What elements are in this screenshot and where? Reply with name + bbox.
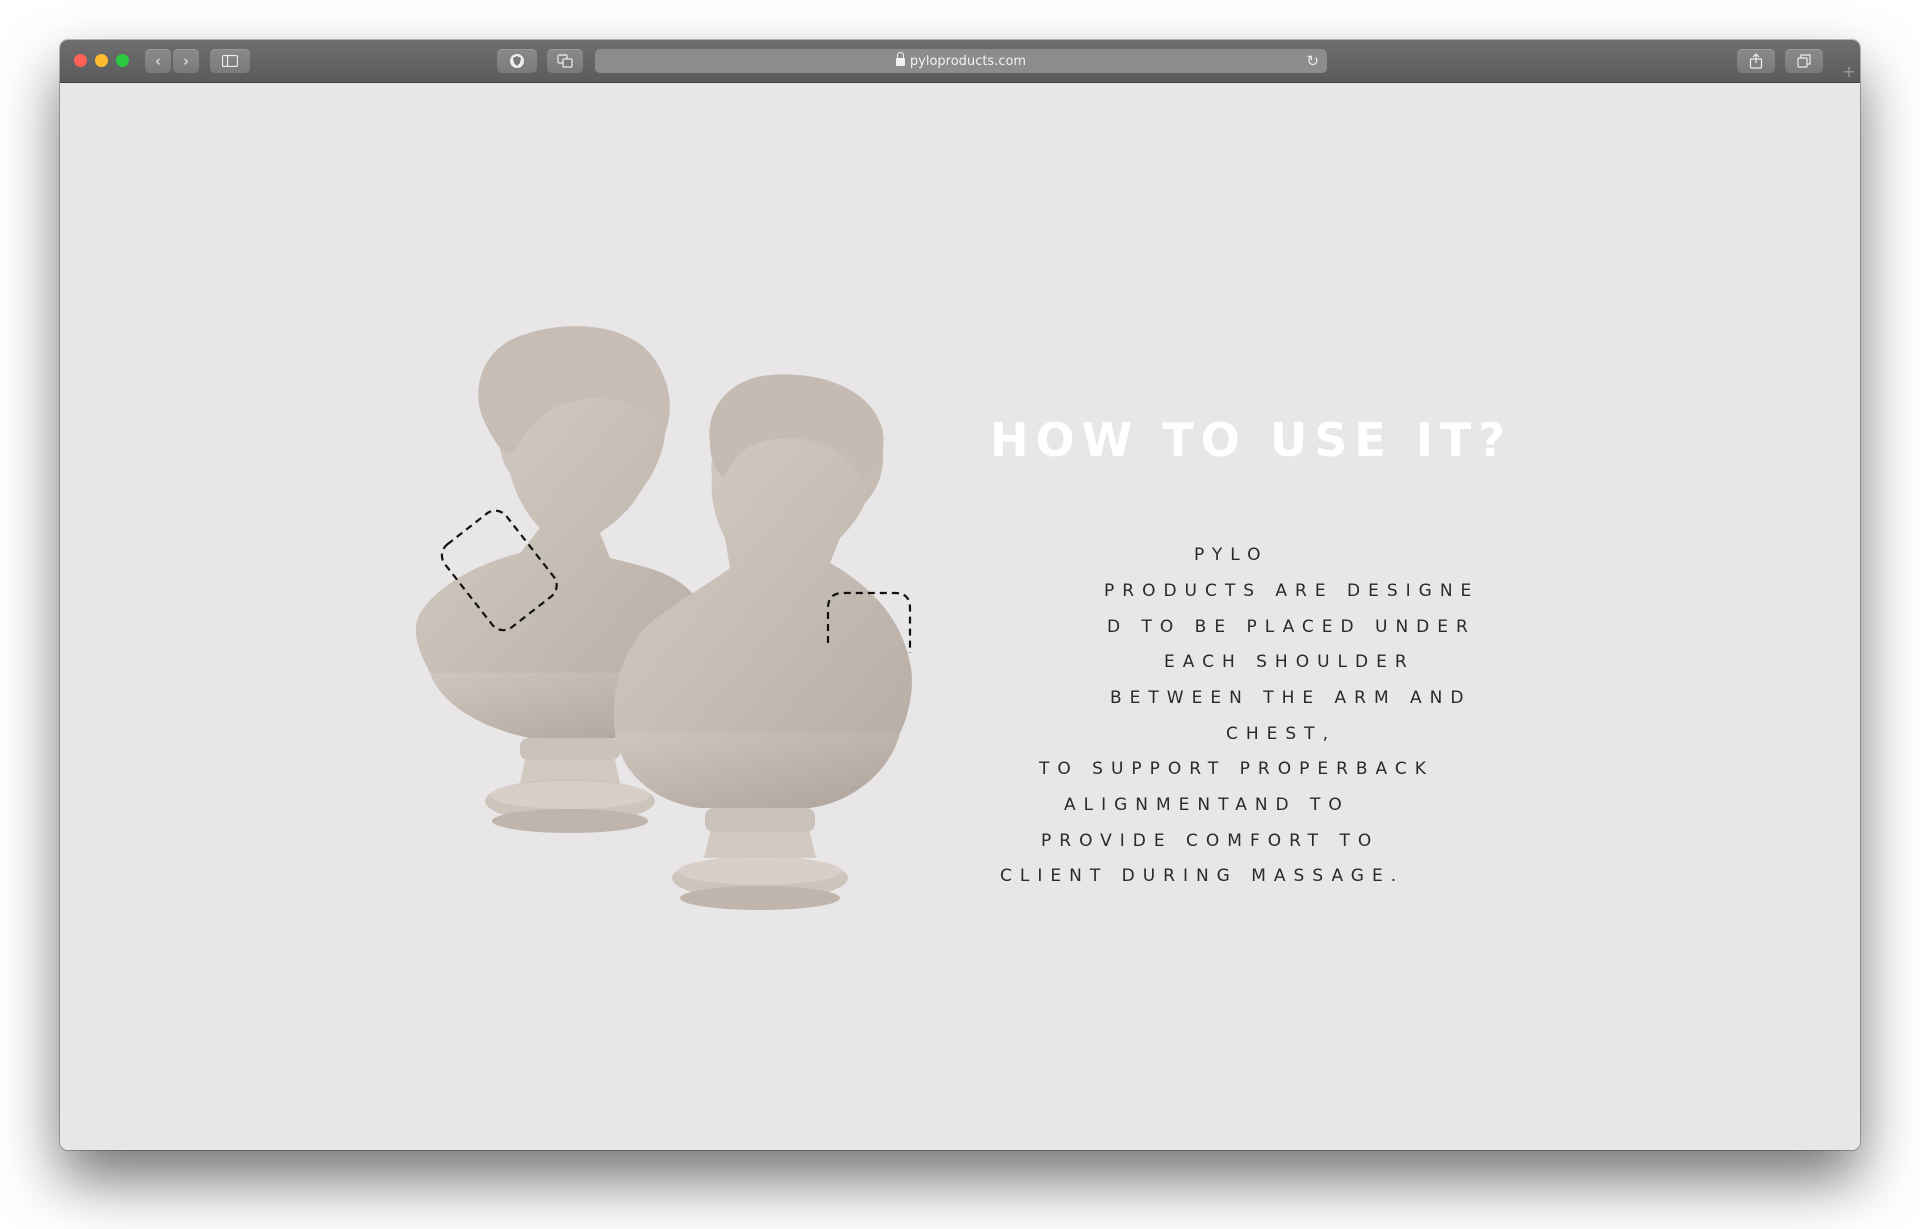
body-line: D TO BE PLACED UNDER	[1107, 617, 1476, 637]
statue-busts-image	[415, 326, 912, 910]
chevron-left-icon: ‹	[155, 51, 161, 70]
privacy-report-button[interactable]	[497, 49, 537, 73]
browser-toolbar: ‹ › pyloproducts.com ↻ +	[60, 40, 1860, 83]
tab-overview-button[interactable]	[1785, 49, 1823, 73]
body-line: PROVIDE COMFORT TO	[1041, 831, 1380, 851]
reload-icon[interactable]: ↻	[1306, 52, 1319, 70]
page-content: HOW TO USE IT? PYLO PRODUCTS ARE DESIGNE…	[60, 83, 1860, 1150]
minimize-window-button[interactable]	[95, 54, 108, 67]
translate-icon	[557, 54, 573, 68]
zoom-window-button[interactable]	[116, 54, 129, 67]
close-window-button[interactable]	[74, 54, 87, 67]
body-line: EACH SHOULDER	[1164, 652, 1415, 672]
plus-icon: +	[1842, 61, 1856, 81]
body-line: PRODUCTS ARE DESIGNE	[1104, 581, 1480, 601]
address-bar[interactable]: pyloproducts.com ↻	[595, 49, 1327, 73]
browser-window: ‹ › pyloproducts.com ↻ + HOW TO USE IT? …	[60, 40, 1860, 1150]
url-text: pyloproducts.com	[909, 53, 1027, 69]
sidebar-icon	[222, 55, 238, 67]
body-line: CLIENT DURING MASSAGE.	[1000, 866, 1405, 886]
shield-icon	[510, 54, 524, 68]
body-line: PYLO	[1194, 545, 1269, 565]
lock-icon	[895, 52, 905, 66]
navigation-buttons: ‹ ›	[145, 49, 199, 73]
body-line: ALIGNMENTAND TO	[1064, 795, 1350, 815]
back-button[interactable]: ‹	[145, 49, 171, 73]
translate-button[interactable]	[547, 49, 583, 73]
page-title: HOW TO USE IT?	[990, 413, 1512, 467]
new-tab-button[interactable]: +	[1838, 60, 1860, 82]
body-line: TO SUPPORT PROPERBACK	[1039, 759, 1434, 779]
share-icon	[1749, 53, 1763, 69]
tabs-icon	[1797, 54, 1811, 68]
body-line: CHEST,	[1226, 724, 1336, 744]
sidebar-button[interactable]	[210, 49, 250, 73]
share-button[interactable]	[1737, 49, 1775, 73]
chevron-right-icon: ›	[183, 51, 189, 70]
forward-button[interactable]: ›	[173, 49, 199, 73]
body-line: BETWEEN THE ARM AND	[1110, 688, 1472, 708]
